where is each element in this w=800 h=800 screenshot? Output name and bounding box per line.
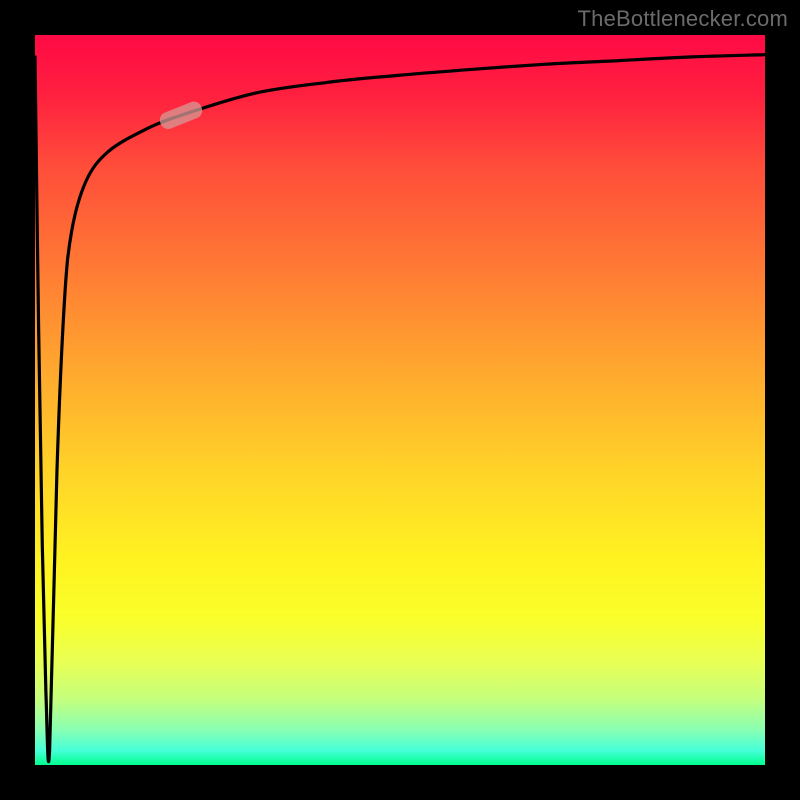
chart-container: TheBottlenecker.com xyxy=(0,0,800,800)
axis-border-left xyxy=(0,0,35,800)
axis-border-bottom xyxy=(0,765,800,800)
bottleneck-curve xyxy=(35,55,765,762)
curve-layer xyxy=(35,35,765,765)
watermark-text: TheBottlenecker.com xyxy=(578,6,788,32)
current-marker xyxy=(157,99,204,131)
plot-area xyxy=(35,35,765,765)
axis-border-right xyxy=(765,0,800,800)
